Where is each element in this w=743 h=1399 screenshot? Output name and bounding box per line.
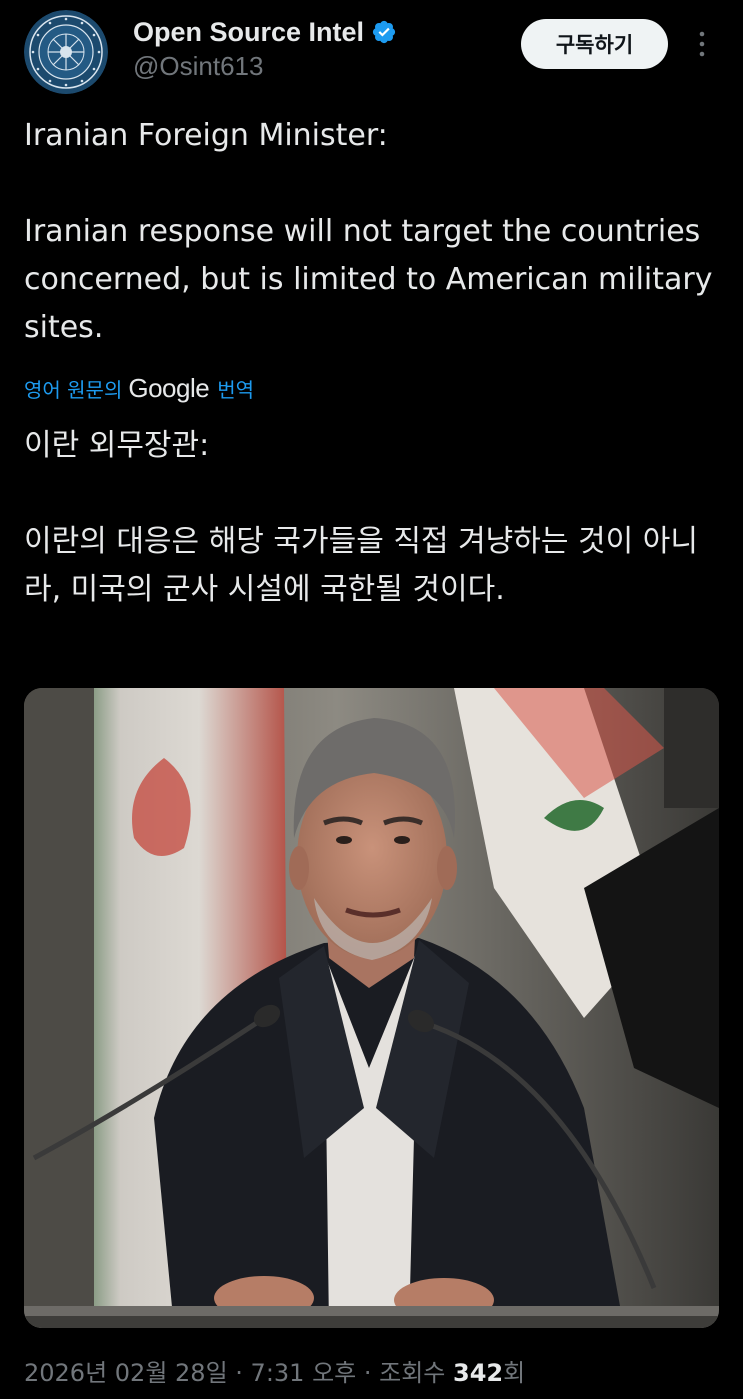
translation-prefix: 영어 원문의 — [24, 377, 123, 402]
google-logo-text: Google — [128, 372, 210, 403]
author-name-row[interactable]: Open Source Intel — [133, 16, 397, 48]
speaker-at-podium-photo — [24, 688, 719, 1328]
meta-separator: · — [227, 1359, 251, 1387]
views-count: 342 — [453, 1359, 504, 1387]
translation-suffix: 번역 — [217, 377, 255, 402]
author-info: Open Source Intel @Osint613 — [133, 16, 397, 83]
tweet-translated-text: 이란 외무장관: 이란의 대응은 해당 국가들을 직접 겨냥하는 것이 아니라,… — [24, 428, 698, 607]
verified-badge-icon — [371, 19, 397, 45]
meta-separator: · — [356, 1359, 380, 1387]
avatar[interactable] — [24, 10, 108, 94]
tweet-metadata: 2026년 02월 28일 · 7:31 오후 · 조회수 342회 — [24, 1356, 525, 1390]
more-vertical-icon[interactable] — [690, 25, 714, 63]
views-suffix: 회 — [503, 1359, 526, 1387]
tweet-header: Open Source Intel @Osint613 구독하기 — [24, 10, 719, 94]
tweet-time[interactable]: 7:31 오후 — [251, 1359, 357, 1387]
views-label: 조회수 — [379, 1359, 446, 1387]
subscribe-button[interactable]: 구독하기 — [521, 19, 668, 69]
tweet-original-text: Iranian Foreign Minister: Iranian respon… — [24, 118, 713, 345]
tweet-photo[interactable] — [24, 688, 719, 1328]
author-handle[interactable]: @Osint613 — [133, 49, 397, 83]
tweet-date[interactable]: 2026년 02월 28일 — [24, 1359, 228, 1387]
translation-attribution-link[interactable]: 영어 원문의 Google 번역 — [24, 368, 254, 408]
avatar-emblem-icon — [24, 10, 108, 94]
display-name[interactable]: Open Source Intel — [133, 16, 364, 48]
